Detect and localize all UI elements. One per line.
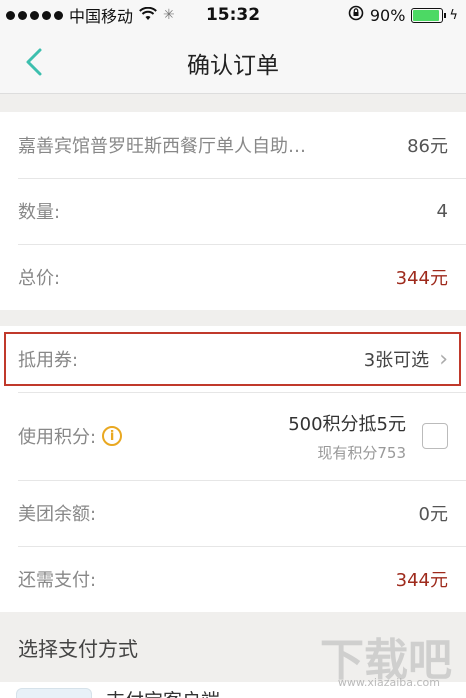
balance-row: 美团余额: 0元 (0, 480, 466, 546)
quantity-row: 数量: 4 (0, 178, 466, 244)
charging-icon: ϟ (449, 7, 458, 23)
balance-value: 0元 (418, 504, 448, 525)
amount-due-value: 344元 (395, 570, 448, 591)
item-price: 86元 (407, 136, 448, 157)
quantity-label: 数量: (18, 202, 61, 223)
order-summary: 嘉善宾馆普罗旺斯西餐厅单人自助… 86元 数量: 4 总价: 344元 (0, 112, 466, 310)
page-title: 确认订单 (187, 53, 279, 79)
total-value: 344元 (395, 268, 448, 289)
amount-due-label: 还需支付: (18, 570, 97, 591)
status-bar: 中国移动 ✳ 15:32 90% ϟ (0, 0, 466, 30)
chevron-right-icon: › (439, 346, 448, 372)
points-label: 使用积分: (18, 427, 97, 448)
points-offer: 500积分抵5元 (288, 413, 406, 435)
battery-percent: 90% (369, 5, 406, 25)
watermark-url: www.xiazaiba.com (337, 676, 440, 689)
coupon-value: 3张可选 (363, 350, 430, 371)
coupon-label: 抵用券: (18, 350, 79, 371)
order-item-row: 嘉善宾馆普罗旺斯西餐厅单人自助… 86元 (0, 112, 466, 178)
alipay-icon (16, 688, 92, 698)
item-name: 嘉善宾馆普罗旺斯西餐厅单人自助… (18, 136, 306, 157)
points-row: 使用积分: i 500积分抵5元 现有积分753 (0, 392, 466, 480)
nav-bar: 确认订单 (0, 30, 466, 94)
payment-details: 抵用券: 3张可选 › 使用积分: i 500积分抵5元 现有积分753 美团余… (0, 326, 466, 612)
points-checkbox[interactable] (422, 423, 448, 449)
coupon-row[interactable]: 抵用券: 3张可选 › (0, 326, 466, 392)
points-available: 现有积分753 (317, 443, 406, 462)
total-label: 总价: (18, 268, 61, 289)
quantity-value: 4 (436, 200, 448, 222)
payment-section-title: 选择支付方式 (18, 637, 138, 661)
rotation-lock-icon (348, 5, 364, 25)
status-right: 90% ϟ (348, 5, 458, 25)
payment-method-label: 支付宝客户端 (106, 686, 220, 698)
battery-icon (411, 7, 447, 23)
amount-due-row: 还需支付: 344元 (0, 546, 466, 612)
info-icon[interactable]: i (102, 426, 123, 446)
balance-label: 美团余额: (18, 504, 97, 525)
total-row: 总价: 344元 (0, 244, 466, 310)
